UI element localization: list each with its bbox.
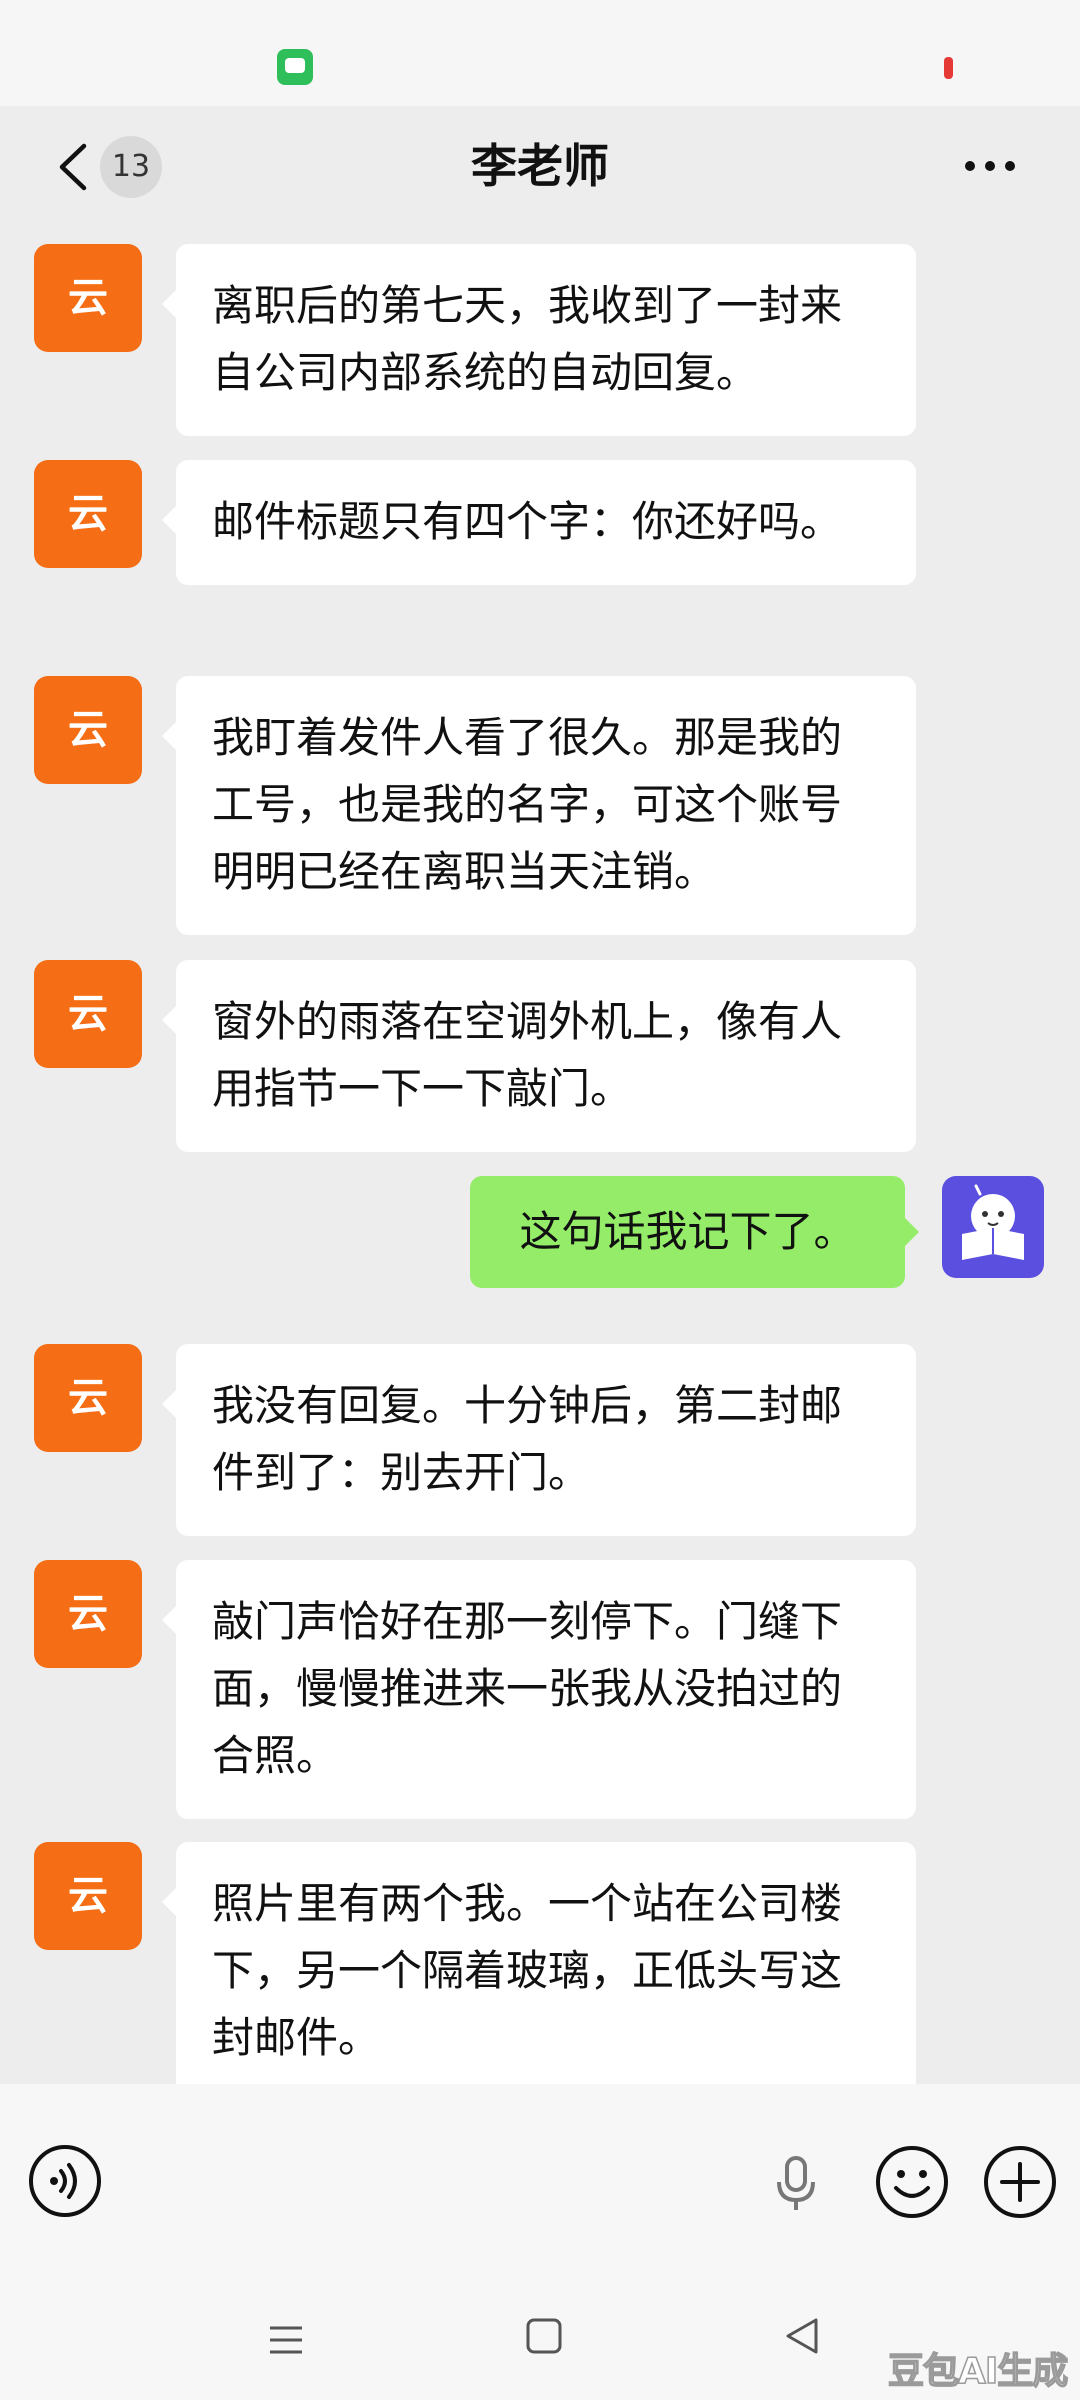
message-item: 云 窗外的雨落在空调外机上，像有人用指节一下一下敲门。: [0, 940, 1080, 1152]
more-icon[interactable]: [960, 136, 1020, 196]
sender-avatar[interactable]: 云: [34, 960, 142, 1068]
menu-icon[interactable]: [266, 2320, 306, 2360]
sender-avatar[interactable]: 云: [34, 676, 142, 784]
status-bar: [0, 0, 1080, 106]
message-item: 云 邮件标题只有四个字：你还好吗。: [0, 440, 1080, 640]
sender-avatar[interactable]: 云: [34, 1560, 142, 1668]
ai-watermark: 豆包AI生成: [887, 2350, 1069, 2393]
chat-title: 李老师: [471, 139, 609, 193]
message-bubble[interactable]: 我盯着发件人看了很久。那是我的工号，也是我的名字，可这个账号明明已经在离职当天注…: [162, 676, 916, 935]
message-item: 云 敲门声恰好在那一刻停下。门缝下面，慢慢推进来一张我从没拍过的合照。: [0, 1540, 1080, 1819]
message-bubble[interactable]: 离职后的第七天，我收到了一封来自公司内部系统的自动回复。: [162, 244, 916, 436]
message-bubble[interactable]: 照片里有两个我。一个站在公司楼下，另一个隔着玻璃，正低头写这封邮件。: [162, 1842, 916, 2101]
message-item: 云 我没有回复。十分钟后，第二封邮件到了：别去开门。: [0, 1324, 1080, 1536]
back-icon[interactable]: [54, 142, 94, 192]
message-item-outgoing: 这句话我记下了。: [0, 1176, 1080, 1296]
chat-screen: 13 李老师 云 离职后的第七天，我收到了一封来自公司内部系统的自动回复。 云 …: [0, 0, 1080, 2400]
sender-avatar[interactable]: 云: [34, 460, 142, 568]
outgoing-message-bubble[interactable]: 这句话我记下了。: [470, 1176, 919, 1288]
back-triangle-icon[interactable]: [782, 2316, 822, 2356]
message-bubble[interactable]: 邮件标题只有四个字：你还好吗。: [162, 460, 916, 585]
plus-icon[interactable]: [982, 2144, 1058, 2220]
battery-indicator: [944, 57, 953, 79]
chat-header: 13 李老师: [0, 106, 1080, 224]
my-avatar[interactable]: [942, 1176, 1044, 1278]
sender-avatar[interactable]: 云: [34, 244, 142, 352]
message-item: 云 我盯着发件人看了很久。那是我的工号，也是我的名字，可这个账号明明已经在离职当…: [0, 656, 1080, 935]
chat-input-bar: [0, 2084, 1080, 2280]
message-list[interactable]: 云 离职后的第七天，我收到了一封来自公司内部系统的自动回复。 云 邮件标题只有四…: [0, 224, 1080, 2101]
home-icon[interactable]: [524, 2316, 564, 2356]
message-bubble[interactable]: 窗外的雨落在空调外机上，像有人用指节一下一下敲门。: [162, 960, 916, 1152]
system-navigation-bar: 豆包AI生成: [0, 2280, 1080, 2400]
message-item: 云 离职后的第七天，我收到了一封来自公司内部系统的自动回复。: [0, 224, 1080, 436]
message-bubble[interactable]: 敲门声恰好在那一刻停下。门缝下面，慢慢推进来一张我从没拍过的合照。: [162, 1560, 916, 1819]
unread-count-badge[interactable]: 13: [100, 136, 162, 198]
sender-avatar[interactable]: 云: [34, 1842, 142, 1950]
emoji-icon[interactable]: [874, 2144, 950, 2220]
mic-icon[interactable]: [772, 2154, 820, 2214]
sender-avatar[interactable]: 云: [34, 1344, 142, 1452]
message-bubble[interactable]: 我没有回复。十分钟后，第二封邮件到了：别去开门。: [162, 1344, 916, 1536]
message-item: 云 照片里有两个我。一个站在公司楼下，另一个隔着玻璃，正低头写这封邮件。: [0, 1822, 1080, 2101]
message-app-icon: [277, 49, 313, 85]
reading-character-icon: [962, 1184, 1024, 1260]
voice-icon[interactable]: [28, 2144, 102, 2218]
